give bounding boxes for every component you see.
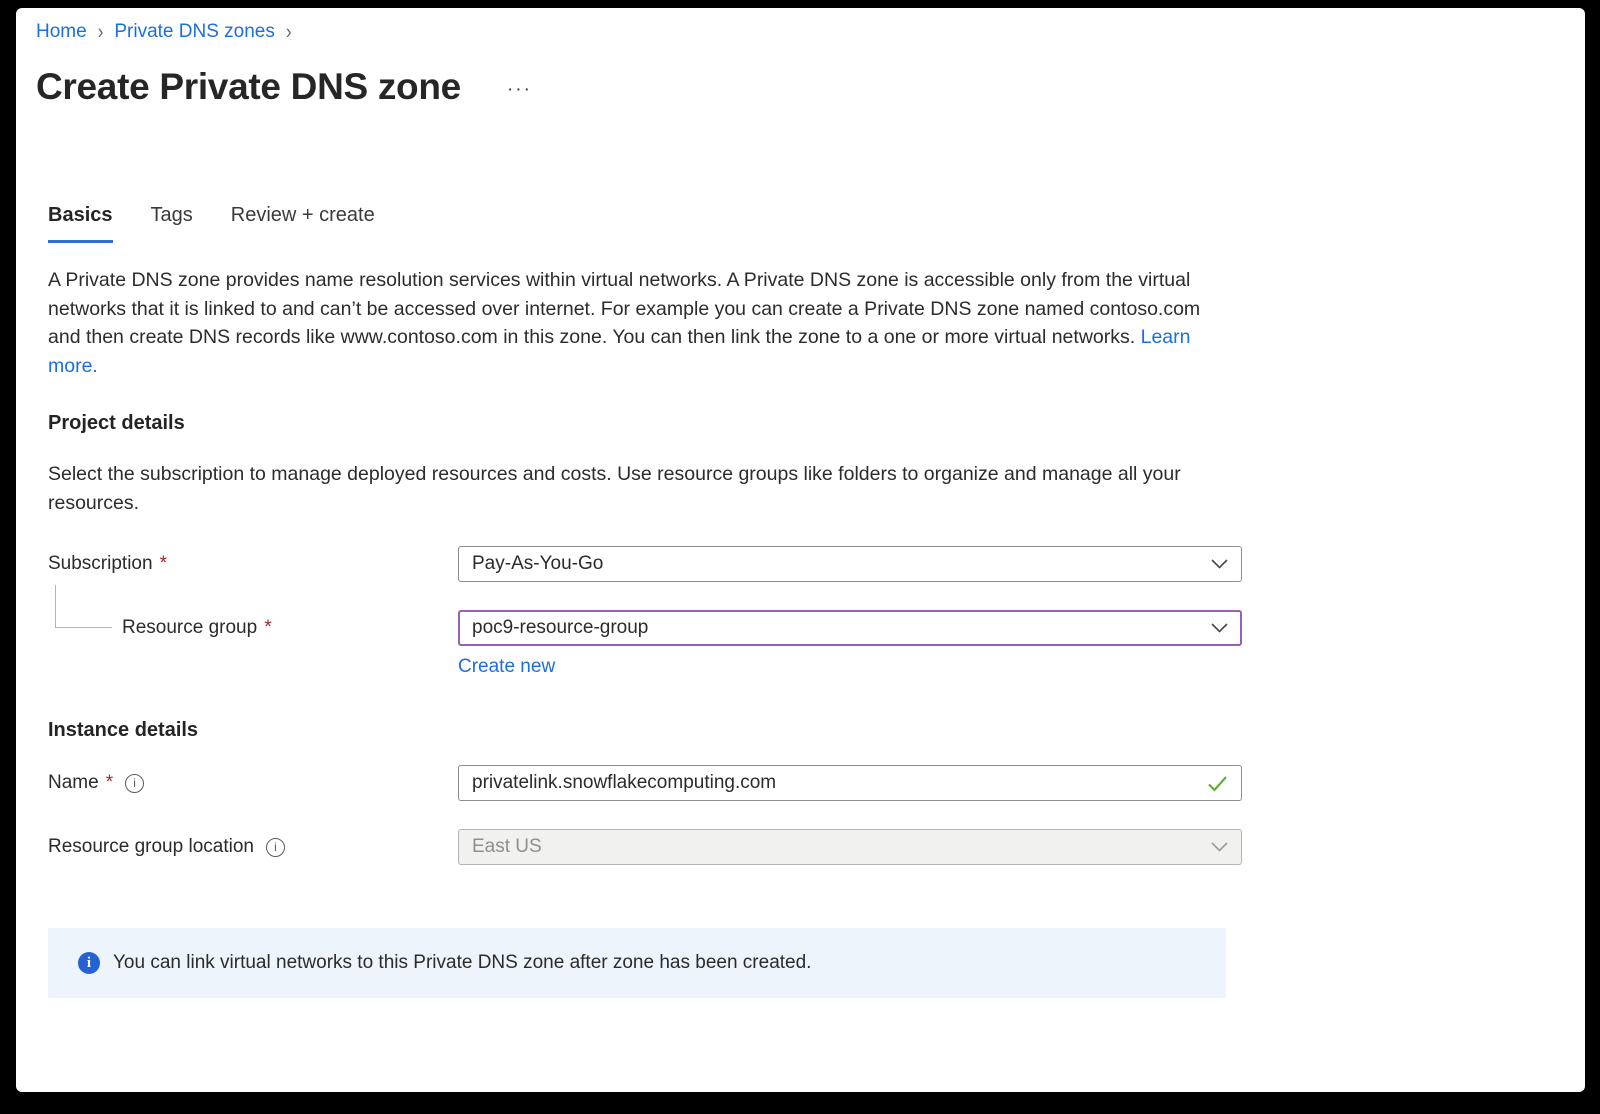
- project-details-description: Select the subscription to manage deploy…: [48, 460, 1232, 517]
- breadcrumb-chevron-icon: ›: [286, 20, 292, 45]
- name-row: Name * i: [48, 765, 1242, 801]
- location-row: Resource group location i East US: [48, 829, 1242, 865]
- chevron-down-icon: [1211, 559, 1228, 569]
- info-icon[interactable]: i: [125, 774, 144, 793]
- chevron-down-icon: [1211, 623, 1228, 633]
- subscription-label: Subscription *: [48, 546, 458, 582]
- instance-details-heading: Instance details: [48, 719, 198, 742]
- subscription-row: Subscription * Pay-As-You-Go: [48, 546, 1242, 582]
- title-row: Create Private DNS zone ···: [36, 66, 532, 108]
- tab-basics[interactable]: Basics: [48, 204, 113, 243]
- intro-paragraph: A Private DNS zone provides name resolut…: [48, 266, 1232, 380]
- name-label-text: Name: [48, 765, 99, 801]
- info-icon: i: [78, 952, 100, 974]
- subscription-value: Pay-As-You-Go: [472, 553, 1199, 575]
- breadcrumb-private-dns-zones-link[interactable]: Private DNS zones: [114, 21, 275, 43]
- subscription-select[interactable]: Pay-As-You-Go: [458, 546, 1242, 582]
- more-options-button[interactable]: ···: [507, 79, 532, 101]
- location-label-text: Resource group location: [48, 829, 254, 865]
- chevron-down-icon: [1211, 842, 1228, 852]
- create-new-resource-group-link[interactable]: Create new: [458, 656, 555, 678]
- page-panel: Home › Private DNS zones › Create Privat…: [16, 8, 1585, 1092]
- location-label: Resource group location i: [48, 829, 458, 865]
- required-asterisk: *: [106, 765, 113, 801]
- tab-bar: Basics Tags Review + create: [48, 204, 413, 243]
- required-asterisk: *: [160, 546, 167, 582]
- project-details-heading: Project details: [48, 412, 185, 435]
- required-asterisk: *: [264, 610, 271, 646]
- resource-group-location-select: East US: [458, 829, 1242, 865]
- name-label: Name * i: [48, 765, 458, 801]
- resource-group-label: Resource group *: [48, 610, 458, 646]
- breadcrumb: Home › Private DNS zones ›: [36, 21, 292, 43]
- subscription-label-text: Subscription: [48, 546, 153, 582]
- name-field[interactable]: [458, 765, 1242, 801]
- breadcrumb-chevron-icon: ›: [98, 20, 104, 45]
- tab-review-create[interactable]: Review + create: [231, 204, 375, 243]
- resource-group-value: poc9-resource-group: [472, 617, 1199, 639]
- name-input[interactable]: [472, 767, 1197, 799]
- resource-group-label-text: Resource group: [122, 610, 257, 646]
- resource-group-select[interactable]: poc9-resource-group: [458, 610, 1242, 646]
- resource-group-row: Resource group * poc9-resource-group: [48, 610, 1242, 646]
- info-banner-text: You can link virtual networks to this Pr…: [113, 952, 811, 974]
- page-title: Create Private DNS zone: [36, 66, 461, 108]
- intro-text: A Private DNS zone provides name resolut…: [48, 269, 1200, 348]
- valid-check-icon: [1207, 775, 1228, 792]
- location-value: East US: [472, 836, 1199, 858]
- tab-tags[interactable]: Tags: [151, 204, 193, 243]
- info-icon[interactable]: i: [266, 838, 285, 857]
- breadcrumb-home-link[interactable]: Home: [36, 21, 87, 43]
- info-banner: i You can link virtual networks to this …: [48, 928, 1226, 998]
